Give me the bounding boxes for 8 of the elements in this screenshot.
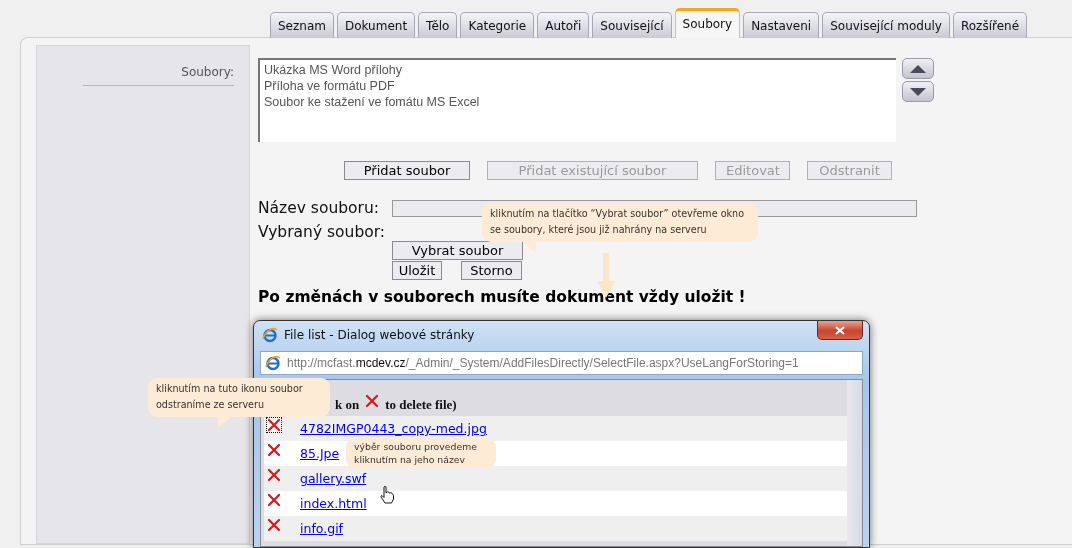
instruction-text: k on — [335, 397, 360, 413]
field-label: Název souboru: — [258, 199, 380, 217]
hint-tooltip: výběr souboru provedeme kliknutím na jeho název — [346, 438, 496, 469]
warning-text: Po změnách v souborech musíte dokument vždy uložit ! — [258, 288, 747, 306]
instruction-text: to delete file) — [385, 397, 457, 413]
dialog-title: File list - Dialog webové stránky — [284, 328, 476, 342]
field-label: Vybraný soubor: — [258, 223, 387, 241]
field-label: Soubory: — [83, 65, 234, 86]
